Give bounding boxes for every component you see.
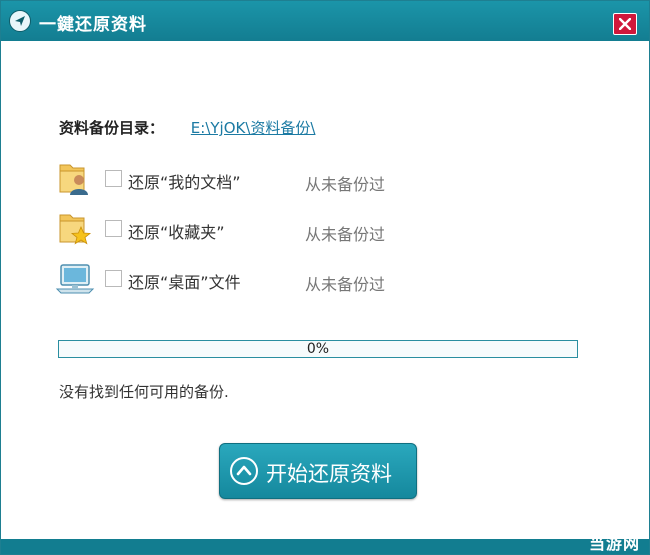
restore-window: 一鍵还原资料 资料备份目录： E:\YjOK\资料备份\ 还原“我的文档” 从未… xyxy=(0,0,650,555)
bottom-bar xyxy=(1,539,649,554)
restore-label-documents: 还原“我的文档” xyxy=(128,173,241,192)
user-folder-icon xyxy=(55,161,95,197)
window-title: 一鍵还原资料 xyxy=(39,15,147,35)
favorites-folder-icon xyxy=(55,211,95,247)
status-favorites: 从未备份过 xyxy=(305,225,386,244)
start-restore-label: 开始还原资料 xyxy=(266,462,392,486)
up-arrow-circle-icon xyxy=(230,457,258,485)
start-restore-button[interactable]: 开始还原资料 xyxy=(219,443,417,499)
status-message: 没有找到任何可用的备份. xyxy=(59,383,229,401)
title-bar[interactable]: 一鍵还原资料 xyxy=(1,1,649,41)
backup-dir-label: 资料备份目录： xyxy=(59,119,165,137)
restore-progress-bar: 0% xyxy=(58,340,578,358)
progress-percent: 0% xyxy=(306,341,330,357)
checkbox-favorites[interactable] xyxy=(105,220,122,237)
close-button[interactable] xyxy=(613,13,637,35)
restore-label-desktop: 还原“桌面”文件 xyxy=(128,273,241,292)
backup-dir-row: 资料备份目录： E:\YjOK\资料备份\ xyxy=(59,117,315,138)
restore-label-favorites: 还原“收藏夹” xyxy=(128,223,225,242)
checkbox-desktop[interactable] xyxy=(105,270,122,287)
watermark: 当游网 xyxy=(588,534,640,553)
app-logo-icon xyxy=(9,10,31,32)
backup-dir-link[interactable]: E:\YjOK\资料备份\ xyxy=(191,119,316,137)
restore-item-desktop: 还原“桌面”文件 从未备份过 xyxy=(55,261,455,297)
restore-item-documents: 还原“我的文档” 从未备份过 xyxy=(55,161,455,197)
close-x-icon xyxy=(619,18,631,30)
checkbox-documents[interactable] xyxy=(105,170,122,187)
status-desktop: 从未备份过 xyxy=(305,275,386,294)
restore-item-favorites: 还原“收藏夹” 从未备份过 xyxy=(55,211,455,247)
desktop-monitor-icon xyxy=(55,261,95,297)
status-documents: 从未备份过 xyxy=(305,175,386,194)
